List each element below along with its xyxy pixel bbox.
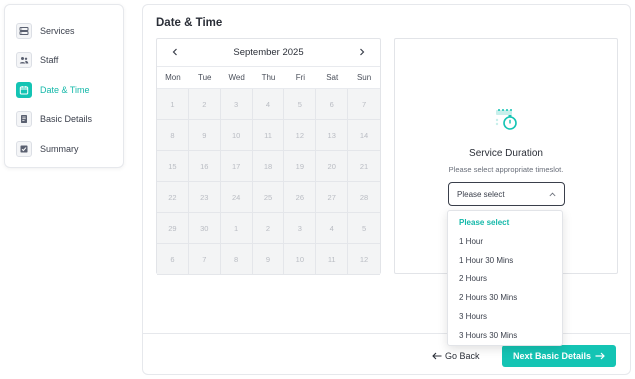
calendar-day-cell: 2 bbox=[252, 213, 285, 244]
duration-dropdown-menu: Please select 1 Hour 1 Hour 30 Mins 2 Hours… bbox=[447, 210, 563, 346]
go-back-label: Go Back bbox=[445, 351, 480, 361]
calendar-day-cell: 15 bbox=[157, 151, 189, 182]
calendar-day-cell: 1 bbox=[220, 213, 253, 244]
calendar-day-cell: 17 bbox=[220, 151, 253, 182]
calendar-day-cell: 11 bbox=[316, 244, 349, 275]
calendar-day-cell: 2 bbox=[188, 89, 221, 120]
weekday-label: Thu bbox=[261, 73, 276, 82]
calendar-day-cell: 14 bbox=[348, 120, 380, 151]
calendar-day-cell: 18 bbox=[252, 151, 285, 182]
weekday-label: Mon bbox=[165, 73, 181, 82]
calendar-day-cell: 7 bbox=[348, 89, 380, 120]
service-duration-subtitle: Please select appropriate timeslot. bbox=[448, 165, 564, 174]
calendar-day-cell: 4 bbox=[252, 89, 285, 120]
step-sidebar: Services Staff Date & Time Basic Details… bbox=[4, 4, 124, 168]
document-icon bbox=[16, 111, 32, 128]
calendar-day-cell: 30 bbox=[188, 213, 221, 244]
duration-option[interactable]: 3 Hours bbox=[448, 308, 562, 327]
page-title: Date & Time bbox=[156, 17, 223, 29]
users-icon bbox=[16, 52, 32, 69]
duration-option[interactable]: Please select bbox=[448, 214, 562, 233]
calendar-icon bbox=[16, 81, 32, 98]
calendar-day-cell: 16 bbox=[188, 151, 221, 182]
calendar-day-cell: 5 bbox=[284, 89, 317, 120]
calendar-day-cell: 9 bbox=[188, 120, 221, 151]
duration-option[interactable]: 1 Hour bbox=[448, 233, 562, 252]
next-basic-details-button[interactable]: Next Basic Details bbox=[502, 345, 616, 367]
arrow-right-icon bbox=[595, 352, 605, 360]
sidebar-item-services[interactable]: Services bbox=[5, 16, 123, 46]
sidebar-item-label: Staff bbox=[40, 55, 59, 66]
sidebar-item-label: Basic Details bbox=[40, 114, 93, 125]
duration-option[interactable]: 3 Hours 30 Mins bbox=[448, 327, 562, 346]
calendar-day-cell: 3 bbox=[284, 213, 317, 244]
calendar-day-cell: 27 bbox=[316, 182, 349, 213]
calendar-day-cell: 10 bbox=[220, 120, 253, 151]
server-icon bbox=[16, 22, 32, 39]
weekday-label: Sat bbox=[326, 73, 339, 82]
chevron-up-icon bbox=[549, 192, 556, 197]
sidebar-item-basic-details[interactable]: Basic Details bbox=[5, 105, 123, 135]
sidebar-item-summary[interactable]: Summary bbox=[5, 134, 123, 164]
calendar-day-cell: 4 bbox=[316, 213, 349, 244]
calendar-day-cell: 8 bbox=[157, 120, 189, 151]
service-duration-title: Service Duration bbox=[469, 148, 543, 159]
next-month-button[interactable] bbox=[356, 46, 368, 58]
chevron-left-icon bbox=[172, 48, 177, 56]
prev-month-button[interactable] bbox=[169, 46, 181, 58]
calendar-day-cell: 21 bbox=[348, 151, 380, 182]
next-button-label: Next Basic Details bbox=[512, 351, 592, 361]
weekday-label: Wed bbox=[228, 73, 245, 82]
sidebar-item-label: Summary bbox=[40, 143, 79, 154]
calendar-day-cell: 6 bbox=[157, 244, 189, 275]
sidebar-item-date-time[interactable]: Date & Time bbox=[5, 75, 123, 105]
calendar-day-cell: 7 bbox=[188, 244, 221, 275]
calendar-day-cell: 6 bbox=[316, 89, 349, 120]
calendar-day-cell: 1 bbox=[157, 89, 189, 120]
calendar-day-cell: 26 bbox=[284, 182, 317, 213]
weekday-label: Tue bbox=[198, 73, 212, 82]
calendar-day-cell: 8 bbox=[220, 244, 253, 275]
weekday-label: Fri bbox=[295, 73, 306, 82]
sidebar-item-label: Services bbox=[40, 25, 75, 36]
calendar-day-cell: 13 bbox=[316, 120, 349, 151]
sidebar-item-label: Date & Time bbox=[40, 84, 90, 95]
weekday-header: Mon Tue Wed Thu Fri Sat Sun bbox=[157, 67, 380, 89]
calendar-day-cell: 23 bbox=[188, 182, 221, 213]
calendar: September 2025 Mon Tue Wed Thu Fri Sat Sun 123… bbox=[156, 38, 381, 275]
checklist-icon bbox=[16, 140, 32, 157]
chevron-right-icon bbox=[360, 48, 365, 56]
calendar-day-cell: 25 bbox=[252, 182, 285, 213]
go-back-button[interactable]: Go Back bbox=[432, 349, 480, 363]
duration-option[interactable]: 2 Hours 30 Mins bbox=[448, 289, 562, 308]
weekday-label: Sun bbox=[356, 73, 372, 82]
calendar-day-cell: 29 bbox=[157, 213, 189, 244]
duration-option[interactable]: 1 Hour 30 Mins bbox=[448, 252, 562, 271]
calendar-day-cell: 3 bbox=[220, 89, 253, 120]
duration-select-value: Please select bbox=[457, 189, 505, 199]
calendar-day-cell: 11 bbox=[252, 120, 285, 151]
calendar-day-cell: 5 bbox=[348, 213, 380, 244]
calendar-days-grid: 1 2 3 4 5 6 7 8 9 10 11 12 13 14 15 16 17 18 19 20 21 22 23 24 2… bbox=[157, 89, 380, 275]
calendar-day-cell: 12 bbox=[348, 244, 380, 275]
calendar-day-cell: 19 bbox=[284, 151, 317, 182]
calendar-day-cell: 28 bbox=[348, 182, 380, 213]
calendar-day-cell: 20 bbox=[316, 151, 349, 182]
calendar-day-cell: 10 bbox=[284, 244, 317, 275]
calendar-day-cell: 9 bbox=[252, 244, 285, 275]
arrow-left-icon bbox=[432, 352, 442, 360]
duration-option[interactable]: 2 Hours bbox=[448, 270, 562, 289]
calendar-day-cell: 22 bbox=[157, 182, 189, 213]
duration-select[interactable]: Please select bbox=[448, 182, 565, 206]
calendar-day-cell: 12 bbox=[284, 120, 317, 151]
sidebar-item-staff[interactable]: Staff bbox=[5, 46, 123, 76]
calendar-month-label: September 2025 bbox=[233, 47, 304, 58]
calendar-header: September 2025 bbox=[157, 39, 380, 67]
calendar-day-cell: 24 bbox=[220, 182, 253, 213]
clock-calendar-icon bbox=[495, 109, 517, 130]
